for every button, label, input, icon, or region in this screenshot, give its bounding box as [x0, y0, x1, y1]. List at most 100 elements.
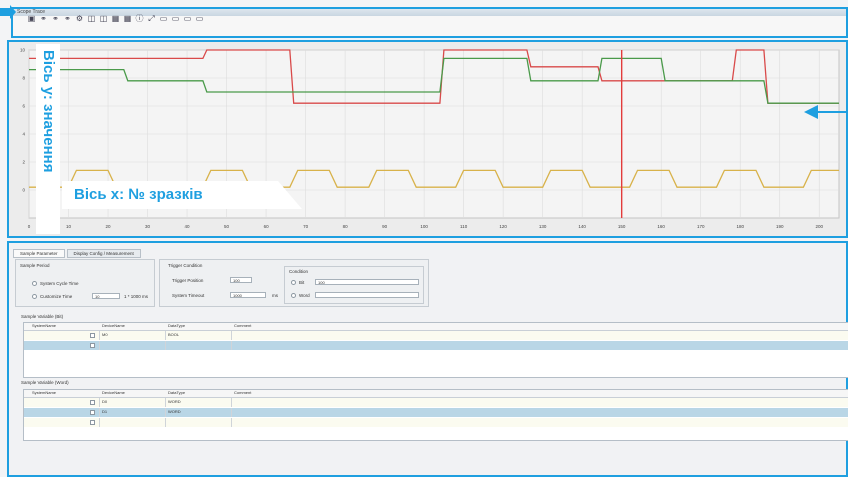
- table-row[interactable]: [24, 418, 848, 427]
- system-cycle-radio[interactable]: [32, 281, 37, 286]
- system-timeout-input[interactable]: 1000: [230, 292, 266, 298]
- table-row[interactable]: [24, 341, 848, 350]
- table-cell: D0: [102, 399, 108, 404]
- tab-sample-parameter[interactable]: Sample Parameter: [13, 249, 65, 258]
- x-tick-label: 110: [460, 224, 468, 229]
- column-header[interactable]: DeviceName: [102, 390, 125, 395]
- condition-group: Condition Bit 100 Word: [284, 266, 424, 304]
- column-divider: [165, 418, 166, 427]
- x-tick-label: 70: [303, 224, 309, 229]
- chart-icon[interactable]: ◫: [87, 14, 96, 23]
- panel-tabs: Sample Parameter Display Config / Measur…: [13, 249, 141, 258]
- table-row[interactable]: D1 WORD: [24, 408, 848, 417]
- x-tick-label: 50: [224, 224, 230, 229]
- link-icon[interactable]: ⚭: [39, 14, 48, 23]
- y-tick-label: 2: [22, 160, 25, 165]
- x-tick-label: 150: [618, 224, 626, 229]
- x-tick-label: 170: [697, 224, 705, 229]
- chart-icon[interactable]: ◫: [99, 14, 108, 23]
- gear-icon[interactable]: ⚙: [75, 14, 84, 23]
- column-divider: [165, 331, 166, 340]
- x-tick-label: 30: [145, 224, 151, 229]
- column-divider: [165, 398, 166, 407]
- table-header: SystemName DeviceName DataType Comment: [24, 390, 848, 398]
- sample-config-panel: Sample Parameter Display Config / Measur…: [7, 241, 848, 477]
- condition-bit-select[interactable]: 100: [315, 279, 419, 285]
- condition-word-radio[interactable]: [291, 293, 296, 298]
- x-tick-label: 90: [382, 224, 388, 229]
- condition-word-input[interactable]: [315, 292, 419, 298]
- table-cell: WORD: [168, 399, 181, 404]
- custom-time-input[interactable]: 10: [92, 293, 120, 299]
- condition-bit-label: Bit: [299, 280, 305, 285]
- y-tick-label: 0: [22, 188, 25, 193]
- x-tick-label: 80: [343, 224, 349, 229]
- column-divider: [99, 341, 100, 350]
- toolbar-arrow-icon: [0, 5, 16, 19]
- bit-section-label: Sample Variable (Bit): [21, 314, 64, 319]
- column-header[interactable]: DeviceName: [102, 323, 125, 328]
- grid-icon[interactable]: ▦: [123, 14, 132, 23]
- column-divider: [231, 341, 232, 350]
- custom-time-unit: 1 * 1000 ms: [124, 294, 149, 299]
- row-checkbox[interactable]: [90, 410, 95, 415]
- marker-icon[interactable]: ▭: [195, 14, 204, 23]
- row-checkbox[interactable]: [90, 333, 95, 338]
- marker-icon[interactable]: ▭: [183, 14, 192, 23]
- column-divider: [99, 398, 100, 407]
- column-divider: [165, 341, 166, 350]
- word-variable-table: SystemName DeviceName DataType Comment D0 WOR…: [23, 389, 848, 441]
- trigger-position-input[interactable]: 100: [230, 277, 252, 283]
- x-axis-callout: Вісь х: № зразків: [62, 181, 302, 209]
- link-icon[interactable]: ⚭: [51, 14, 60, 23]
- column-divider: [99, 408, 100, 417]
- x-tick-label: 120: [499, 224, 507, 229]
- grid-icon[interactable]: ▦: [111, 14, 120, 23]
- x-tick-label: 190: [776, 224, 784, 229]
- column-header[interactable]: SystemName: [32, 390, 56, 395]
- y-tick-label: 4: [22, 132, 25, 137]
- tab-display-config[interactable]: Display Config / Measurement: [66, 249, 141, 258]
- column-header[interactable]: Comment: [234, 390, 251, 395]
- condition-bit-radio[interactable]: [291, 280, 296, 285]
- row-checkbox[interactable]: [90, 420, 95, 425]
- chart-arrow-icon: [804, 105, 848, 119]
- x-tick-label: 100: [420, 224, 428, 229]
- column-divider: [99, 331, 100, 340]
- table-row[interactable]: D0 WORD: [24, 398, 848, 407]
- column-divider: [231, 408, 232, 417]
- column-divider: [99, 418, 100, 427]
- x-tick-label: 10: [66, 224, 72, 229]
- x-tick-label: 140: [578, 224, 586, 229]
- y-tick-label: 10: [20, 48, 26, 53]
- info-icon[interactable]: ⓘ: [135, 14, 144, 23]
- column-divider: [231, 398, 232, 407]
- column-header[interactable]: SystemName: [32, 323, 56, 328]
- trigger-condition-label: Trigger Condition: [168, 263, 203, 268]
- marker-icon[interactable]: ▭: [159, 14, 168, 23]
- row-checkbox[interactable]: [90, 343, 95, 348]
- custom-time-radio[interactable]: [32, 294, 37, 299]
- trigger-position-label: Trigger Position: [172, 278, 204, 283]
- column-divider: [231, 331, 232, 340]
- cursor-icon[interactable]: ⤢: [147, 14, 156, 23]
- column-header[interactable]: DataType: [168, 390, 185, 395]
- x-tick-label: 200: [815, 224, 823, 229]
- x-tick-label: 0: [28, 224, 31, 229]
- condition-label: Condition: [289, 269, 309, 274]
- save-icon[interactable]: ▣: [27, 14, 36, 23]
- condition-word-label: Word: [299, 293, 310, 298]
- x-axis-callout-text: Вісь х: № зразків: [74, 186, 203, 203]
- table-header: SystemName DeviceName DataType Comment: [24, 323, 848, 331]
- link-icon[interactable]: ⚭: [63, 14, 72, 23]
- table-row[interactable]: M0 BOOL: [24, 331, 848, 340]
- column-header[interactable]: DataType: [168, 323, 185, 328]
- sample-period-group: Sample Period System Cycle Time Customiz…: [15, 259, 155, 307]
- y-axis-callout: Вісь у: значення: [36, 44, 60, 234]
- sample-period-label: Sample Period: [20, 263, 50, 268]
- x-tick-label: 180: [736, 224, 744, 229]
- row-checkbox[interactable]: [90, 400, 95, 405]
- marker-icon[interactable]: ▭: [171, 14, 180, 23]
- column-divider: [231, 418, 232, 427]
- column-header[interactable]: Comment: [234, 323, 251, 328]
